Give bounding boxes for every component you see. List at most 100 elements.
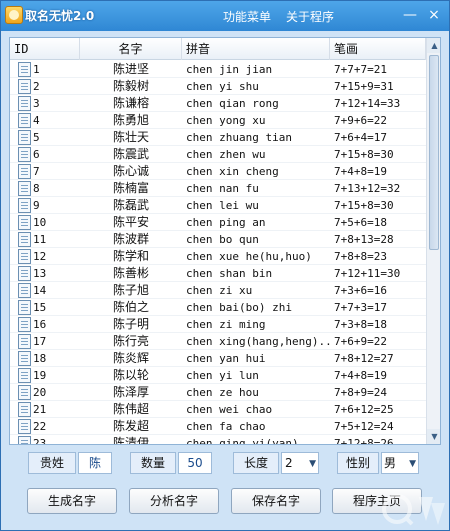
row-strokes: 7+15+8=30 — [334, 148, 394, 161]
column-header-pinyin[interactable]: 拼音 — [182, 38, 330, 60]
chevron-down-icon[interactable]: ▼ — [409, 454, 416, 474]
row-name: 陈震武 — [112, 147, 149, 161]
length-label: 长度 — [233, 452, 279, 474]
document-icon — [18, 368, 31, 383]
row-pinyin: chen zhen wu — [186, 148, 266, 161]
app-logo-icon — [5, 6, 23, 24]
table-row[interactable]: 18 陈炎辉 chen yan hui 7+8+12=27 — [10, 350, 426, 367]
row-pinyin: chen jin jian — [186, 63, 273, 76]
row-strokes: 7+13+12=32 — [334, 182, 401, 195]
row-pinyin: chen fa chao — [186, 420, 266, 433]
document-icon — [18, 79, 31, 94]
table-row[interactable]: 7 陈心诚 chen xin cheng 7+4+8=19 — [10, 163, 426, 180]
row-pinyin: chen yong xu — [186, 114, 266, 127]
table-row[interactable]: 15 陈伯之 chen bai(bo) zhi 7+7+3=17 — [10, 299, 426, 316]
row-strokes: 7+9+6=22 — [334, 114, 387, 127]
row-id: 18 — [33, 352, 47, 365]
table-row[interactable]: 9 陈磊武 chen lei wu 7+15+8=30 — [10, 197, 426, 214]
length-select[interactable]: 2 ▼ — [281, 452, 319, 474]
table-row[interactable]: 22 陈发超 chen fa chao 7+5+12=24 — [10, 418, 426, 435]
about-menu-link[interactable]: 关于程序 — [286, 8, 334, 25]
table-row[interactable]: 23 陈清伊 chen qing yi(yan) 7+12+8=26 — [10, 435, 426, 444]
document-icon — [18, 283, 31, 298]
row-strokes: 7+5+6=18 — [334, 216, 387, 229]
row-strokes: 7+15+8=30 — [334, 199, 394, 212]
table-row[interactable]: 17 陈行亮 chen xing(hang,heng)... 7+6+9=22 — [10, 333, 426, 350]
close-button[interactable]: × — [425, 6, 443, 24]
generate-names-button[interactable]: 生成名字 — [27, 488, 117, 514]
row-pinyin: chen xin cheng — [186, 165, 279, 178]
row-pinyin: chen ze hou — [186, 386, 259, 399]
row-id: 12 — [33, 250, 47, 263]
row-strokes: 7+8+13=28 — [334, 233, 394, 246]
document-icon — [18, 113, 31, 128]
document-icon — [18, 334, 31, 349]
table-row[interactable]: 8 陈楠富 chen nan fu 7+13+12=32 — [10, 180, 426, 197]
row-id: 3 — [33, 97, 40, 110]
table-row[interactable]: 3 陈谦榕 chen qian rong 7+12+14=33 — [10, 95, 426, 112]
row-pinyin: chen wei chao — [186, 403, 273, 416]
table-row[interactable]: 5 陈壮天 chen zhuang tian 7+6+4=17 — [10, 129, 426, 146]
row-strokes: 7+8+9=24 — [334, 386, 387, 399]
row-name: 陈炎辉 — [112, 351, 149, 365]
row-name: 陈行亮 — [112, 334, 149, 348]
document-icon — [18, 130, 31, 145]
table-row[interactable]: 2 陈毅树 chen yi shu 7+15+9=31 — [10, 78, 426, 95]
table-row[interactable]: 6 陈震武 chen zhen wu 7+15+8=30 — [10, 146, 426, 163]
row-strokes: 7+8+12=27 — [334, 352, 394, 365]
document-icon — [18, 266, 31, 281]
row-name: 陈子明 — [112, 317, 149, 331]
row-name: 陈心诚 — [112, 164, 149, 178]
row-id: 14 — [33, 284, 47, 297]
row-id: 2 — [33, 80, 40, 93]
title-bar[interactable]: 取名无忧2.0 功能菜单 关于程序 — × — [1, 1, 449, 31]
row-pinyin: chen qian rong — [186, 97, 279, 110]
table-row[interactable]: 14 陈子旭 chen zi xu 7+3+6=16 — [10, 282, 426, 299]
table-row[interactable]: 4 陈勇旭 chen yong xu 7+9+6=22 — [10, 112, 426, 129]
gender-select[interactable]: 男 ▼ — [381, 452, 419, 474]
watermark-logo-icon — [382, 494, 445, 526]
document-icon — [18, 249, 31, 264]
scrollbar-thumb[interactable] — [429, 55, 439, 250]
count-input[interactable]: 50 — [178, 452, 212, 474]
table-row[interactable]: 13 陈善彬 chen shan bin 7+12+11=30 — [10, 265, 426, 282]
surname-input[interactable]: 陈 — [78, 452, 112, 474]
document-icon — [18, 385, 31, 400]
table-row[interactable]: 21 陈伟超 chen wei chao 7+6+12=25 — [10, 401, 426, 418]
row-name: 陈勇旭 — [112, 113, 149, 127]
scroll-down-icon[interactable]: ▼ — [427, 429, 440, 444]
row-name: 陈平安 — [112, 215, 149, 229]
row-strokes: 7+3+6=16 — [334, 284, 387, 297]
scroll-up-icon[interactable]: ▲ — [427, 38, 440, 53]
document-icon — [18, 198, 31, 213]
table-row[interactable]: 11 陈波群 chen bo qun 7+8+13=28 — [10, 231, 426, 248]
row-name: 陈善彬 — [112, 266, 149, 280]
minimize-button[interactable]: — — [401, 6, 419, 24]
column-header-name[interactable]: 名字 — [80, 38, 182, 60]
name-list-grid[interactable]: ID 名字 拼音 笔画 1 陈进坚 chen jin jian 7+7+7=21 2 陈毅… — [9, 37, 441, 445]
vertical-scrollbar[interactable]: ▲ ▼ — [426, 38, 440, 444]
gender-label: 性别 — [337, 452, 379, 474]
table-row[interactable]: 16 陈子明 chen zi ming 7+3+8=18 — [10, 316, 426, 333]
table-row[interactable]: 1 陈进坚 chen jin jian 7+7+7=21 — [10, 61, 426, 78]
table-row[interactable]: 12 陈学和 chen xue he(hu,huo) 7+8+8=23 — [10, 248, 426, 265]
chevron-down-icon[interactable]: ▼ — [309, 454, 316, 474]
table-row[interactable]: 19 陈以轮 chen yi lun 7+4+8=19 — [10, 367, 426, 384]
function-menu-link[interactable]: 功能菜单 — [223, 8, 271, 25]
row-strokes: 7+15+9=31 — [334, 80, 394, 93]
row-pinyin: chen bo qun — [186, 233, 259, 246]
document-icon — [18, 62, 31, 77]
row-pinyin: chen zi ming — [186, 318, 266, 331]
row-name: 陈楠富 — [112, 181, 149, 195]
analyze-name-button[interactable]: 分析名字 — [129, 488, 219, 514]
column-header-strokes[interactable]: 笔画 — [330, 38, 426, 60]
save-names-button[interactable]: 保存名字 — [231, 488, 321, 514]
table-row[interactable]: 10 陈平安 chen ping an 7+5+6=18 — [10, 214, 426, 231]
row-strokes: 7+4+8=19 — [334, 165, 387, 178]
column-header-id[interactable]: ID — [10, 38, 80, 60]
row-name: 陈谦榕 — [112, 96, 149, 110]
document-icon — [18, 300, 31, 315]
table-row[interactable]: 20 陈泽厚 chen ze hou 7+8+9=24 — [10, 384, 426, 401]
row-id: 8 — [33, 182, 40, 195]
document-icon — [18, 181, 31, 196]
